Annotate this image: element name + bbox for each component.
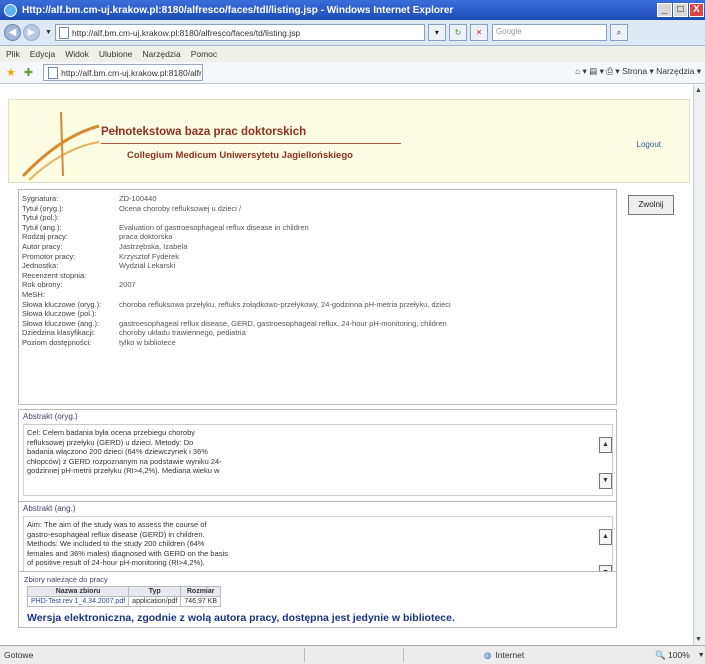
window-title: Http://alf.bm.cm-uj.krakow.pl:8180/alfre… (22, 4, 454, 16)
menu-file[interactable]: Plik (6, 49, 20, 59)
scroll-down-icon[interactable]: ▼ (695, 636, 702, 643)
abstract-english-title: Abstrakt (ang.) (23, 504, 76, 513)
record-field: Poziom dostępności: tylko w bibliotece (22, 337, 176, 347)
files-table: Nazwa zbioru Typ Rozmiar PHD-Test rev 1_… (26, 586, 222, 607)
favorites-bar: ★ ✚ http://alf.bm.cm-uj.krakow.pl:8180/a… (0, 62, 705, 84)
record-field: MeSH: (22, 289, 45, 299)
menu-bar: Plik Edycja Widok Ulubione Narzędzia Pom… (0, 46, 705, 62)
add-favorite-icon[interactable]: ✚ (24, 66, 33, 79)
tab-page-icon (48, 66, 59, 79)
record-field: Tytuł (ang.): Evaluation of gastroesophag… (22, 222, 309, 232)
abstract-original-text[interactable]: Cel: Celem badania była ocena przebiegu … (23, 424, 613, 496)
status-text: Gotowe (4, 650, 34, 660)
site-title: Pełnotekstowa baza prac doktorskich (101, 126, 307, 138)
record-field: Tytuł (pol.): (22, 213, 60, 223)
window-titlebar: Http://alf.bm.cm-uj.krakow.pl:8180/alfre… (0, 0, 705, 20)
zone-text: Internet (495, 650, 525, 660)
tab-label: http://alf.bm.cm-uj.krakow.pl:8180/alfre… (61, 67, 204, 78)
file-type: application/pdf (128, 596, 182, 607)
files-title: Zbiory należące do pracy (24, 575, 108, 584)
forward-icon[interactable]: ▶ (23, 24, 40, 41)
record-field: Słowa kluczowe (ang.): gastroesophageal r… (22, 318, 447, 328)
record-field: Autor pracy: Jastrzębska, Izabela (22, 241, 188, 251)
column-header: Nazwa zbioru (26, 586, 130, 597)
record-field: Jednostka: Wydział Lekarski (22, 261, 176, 271)
file-size: 746,97 KB (180, 596, 222, 607)
file-name-link[interactable]: PHD-Test rev 1_4.34.2007.pdf (26, 596, 130, 607)
record-field: Słowa kluczowe (pol.): (22, 309, 97, 319)
ie-logo-icon (4, 3, 17, 17)
scroll-up-icon[interactable]: ▲ (599, 529, 612, 545)
library-notice: Wersja elektroniczna, zgodnie z wolą aut… (27, 612, 455, 624)
record-field: Słowa kluczowe (oryg.): choroba refluksow… (22, 299, 451, 309)
globe-icon: ◍ (484, 649, 492, 660)
swoosh-logo-icon (21, 111, 100, 181)
close-button[interactable]: X (689, 3, 704, 17)
menu-edit[interactable]: Edycja (30, 49, 56, 59)
record-field: Recenzent stopnia: (22, 270, 87, 280)
address-bar: ◀ ▶ ▼ http://alf.bm.cm-uj.krakow.pl:8180… (0, 20, 705, 46)
column-header: Typ (128, 586, 182, 597)
record-field: Promotor pracy: Krzysztof Fyderek (22, 251, 180, 261)
menu-tools[interactable]: Narzędzia (142, 49, 180, 59)
maximize-button[interactable]: □ (673, 3, 688, 17)
url-field[interactable]: http://alf.bm.cm-uj.krakow.pl:8180/alfre… (54, 24, 425, 41)
zoom-dropdown-icon[interactable]: ▼ (698, 652, 705, 659)
page-viewport: Pełnotekstowa baza prac doktorskich Coll… (0, 85, 693, 645)
search-input[interactable]: Google (491, 24, 607, 41)
scroll-down-icon[interactable]: ▼ (599, 473, 612, 489)
url-dropdown-icon[interactable]: ▾ (427, 24, 446, 41)
minimize-button[interactable]: _ (657, 3, 672, 17)
command-bar[interactable]: ⌂ ▾ ▤ ▾ ⎙ ▾ Strona ▾ Narzędzia ▾ (575, 66, 701, 77)
column-header: Rozmiar (180, 586, 222, 597)
return-button[interactable]: Zwolnij (628, 195, 674, 215)
site-subtitle: Collegium Medicum Uniwersytetu Jagielloń… (127, 150, 353, 161)
record-field: Sygnatura: ZD-100440 (22, 194, 157, 203)
record-details-panel: Sygnatura: ZD-100440 Tytuł (oryg.): Ocena … (18, 189, 617, 405)
zoom-level[interactable]: 100% (668, 650, 690, 660)
record-field: Tytuł (oryg.): Ocena choroby refluksowej … (22, 203, 242, 213)
back-icon[interactable]: ◀ (4, 24, 21, 41)
page-icon (58, 26, 69, 39)
scroll-up-icon[interactable]: ▲ (599, 437, 612, 453)
menu-help[interactable]: Pomoc (191, 49, 217, 59)
files-panel: Zbiory należące do pracy Nazwa zbioru Ty… (18, 571, 617, 628)
page-scrollbar[interactable]: ▲ ▼ (693, 85, 705, 645)
menu-favorites[interactable]: Ulubione (99, 49, 133, 59)
favorites-star-icon[interactable]: ★ (6, 66, 16, 79)
stop-icon[interactable]: ✕ (469, 24, 488, 41)
record-field: Rok obrony: 2007 (22, 280, 136, 290)
record-field: Rodzaj pracy: praca doktorska (22, 232, 173, 242)
print-icon[interactable]: ⎙ ▾ (606, 66, 619, 76)
url-text: http://alf.bm.cm-uj.krakow.pl:8180/alfre… (71, 27, 301, 38)
record-field: Dziedzina klasyfikacji: choroby układu tr… (22, 328, 246, 338)
menu-view[interactable]: Widok (65, 49, 89, 59)
search-icon[interactable]: ⌕ (609, 24, 628, 41)
browser-tab[interactable]: http://alf.bm.cm-uj.krakow.pl:8180/alfre… (43, 64, 204, 81)
refresh-icon[interactable]: ↻ (448, 24, 467, 41)
home-icon[interactable]: ⌂ ▾ (575, 66, 587, 76)
abstract-original-title: Abstrakt (oryg.) (23, 412, 78, 421)
logout-link[interactable]: Logout (637, 140, 661, 149)
feeds-icon[interactable]: ▤ ▾ (589, 66, 604, 76)
history-dropdown-icon[interactable]: ▼ (45, 29, 52, 36)
site-banner: Pełnotekstowa baza prac doktorskich Coll… (8, 99, 690, 183)
page-tools-label[interactable]: Strona ▾ Narzędzia ▾ (622, 66, 701, 76)
status-bar: Gotowe ◍ Internet 🔍 100% ▼ (0, 645, 705, 664)
table-row: PHD-Test rev 1_4.34.2007.pdf application… (26, 596, 222, 607)
scroll-up-icon[interactable]: ▲ (695, 87, 702, 94)
zoom-icon[interactable]: 🔍 (655, 650, 666, 661)
